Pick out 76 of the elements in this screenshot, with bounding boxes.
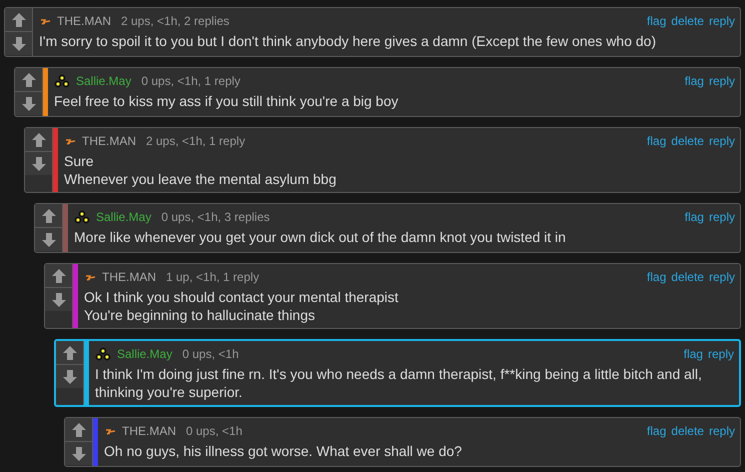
dots-icon [95, 347, 111, 361]
down-arrow-icon [20, 96, 36, 112]
downvote-button[interactable] [25, 152, 52, 175]
comment-text: Whenever you leave the mental asylum bbg [64, 170, 338, 188]
upvote-button[interactable] [35, 204, 62, 228]
action-link[interactable]: flag [684, 347, 703, 361]
action-link[interactable]: reply [708, 14, 735, 28]
bolt-icon [64, 136, 76, 146]
dots-icon [74, 210, 90, 224]
action-link[interactable]: reply [708, 210, 735, 224]
action-link[interactable]: reply [708, 424, 735, 438]
comment-text: Oh no guys, his illness got worse. What ever shall we do? [104, 442, 463, 460]
bolt-icon [84, 272, 96, 282]
downvote-button[interactable] [5, 32, 32, 55]
upvote-button[interactable] [5, 8, 32, 32]
action-link[interactable]: flag [684, 74, 704, 88]
comment-text: I think I'm doing just fine rn. It's you who needs a damn therapist, f**king being a little bitch and all, thinking you're superior. [95, 365, 703, 401]
up-arrow-icon [10, 12, 26, 28]
up-arrow-icon [40, 208, 56, 224]
upvote-button[interactable] [56, 341, 83, 365]
action-link[interactable]: flag [646, 14, 666, 28]
username[interactable]: THE.MAN [122, 424, 176, 438]
username[interactable]: Sallie.May [117, 347, 172, 361]
action-link[interactable]: delete [671, 14, 704, 28]
comment-text: Sure [64, 152, 95, 170]
action-link[interactable]: flag [646, 424, 666, 438]
comment-text: Feel free to kiss my ass if you still think you're a big boy [54, 92, 400, 110]
upvote-button[interactable] [45, 264, 72, 288]
action-link[interactable]: reply [708, 134, 735, 148]
downvote-button[interactable] [56, 365, 83, 388]
action-link[interactable]: reply [708, 74, 735, 88]
comment-meta: 2 ups, <1h, 1 reply [146, 134, 246, 148]
down-arrow-icon [10, 36, 26, 52]
downvote-button[interactable] [45, 288, 72, 311]
comment-meta: 0 ups, <1h, 1 reply [141, 74, 240, 88]
action-link[interactable]: delete [671, 424, 704, 438]
dots-icon [54, 74, 70, 88]
down-arrow-icon [40, 232, 56, 248]
comment-meta: 0 ups, <1h, 3 replies [161, 210, 270, 224]
downvote-button[interactable] [35, 228, 62, 251]
up-arrow-icon [62, 344, 78, 360]
username[interactable]: Sallie.May [76, 74, 132, 88]
upvote-button[interactable] [65, 418, 92, 442]
upvote-button[interactable] [25, 128, 52, 152]
comment-text: I'm sorry to spoil it to you but I don't think anybody here gives a damn (Except the few ones who do) [39, 32, 658, 50]
action-link[interactable]: delete [671, 134, 704, 148]
bolt-icon [39, 16, 51, 26]
downvote-button[interactable] [65, 442, 92, 465]
downvote-button[interactable] [15, 92, 42, 115]
comment-text: You're beginning to hallucinate things [84, 306, 316, 324]
action-link[interactable]: reply [708, 270, 735, 284]
action-link[interactable]: flag [684, 210, 704, 224]
up-arrow-icon [50, 268, 66, 284]
comment-text: More like whenever you get your own dick out of the damn knot you twisted it in [74, 228, 567, 246]
action-link[interactable]: flag [646, 134, 666, 148]
username[interactable]: Sallie.May [96, 210, 152, 224]
up-arrow-icon [20, 72, 36, 88]
comment-meta: 1 up, <1h, 1 reply [166, 270, 260, 284]
down-arrow-icon [30, 156, 46, 172]
comment-meta: 0 ups, <1h [182, 347, 239, 361]
action-link[interactable]: reply [708, 347, 734, 361]
up-arrow-icon [70, 422, 86, 438]
down-arrow-icon [50, 292, 66, 308]
down-arrow-icon [70, 446, 86, 462]
action-link[interactable]: flag [646, 270, 666, 284]
username[interactable]: THE.MAN [102, 270, 156, 284]
action-link[interactable]: delete [671, 270, 704, 284]
up-arrow-icon [30, 132, 46, 148]
username[interactable]: THE.MAN [57, 14, 111, 28]
upvote-button[interactable] [15, 68, 42, 92]
bolt-icon [104, 426, 116, 436]
down-arrow-icon [62, 368, 78, 384]
username[interactable]: THE.MAN [82, 134, 136, 148]
comment-meta: 2 ups, <1h, 2 replies [121, 14, 230, 28]
comment-text: Ok I think you should contact your mental therapist [84, 288, 400, 306]
comment-meta: 0 ups, <1h [186, 424, 242, 438]
